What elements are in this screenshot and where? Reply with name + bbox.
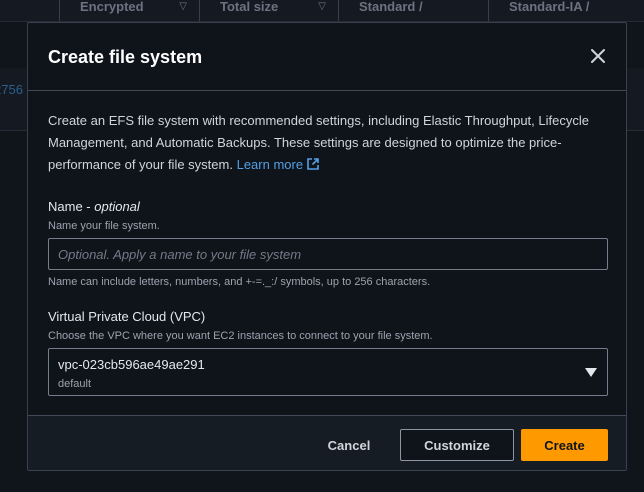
background-table-header: Encrypted ▽ Total size ▽ Standard / Stan… [0, 0, 644, 22]
cancel-button[interactable]: Cancel [308, 429, 390, 461]
column-header-total-size: Total size ▽ [199, 0, 338, 21]
vpc-field-label: Virtual Private Cloud (VPC) [48, 309, 206, 324]
modal-header: Create file system [28, 23, 626, 91]
vpc-selected-value: vpc-023cb596ae49ae291 [58, 357, 205, 372]
vpc-field-description: Choose the VPC where you want EC2 instan… [48, 330, 433, 342]
name-field-constraint: Name can include letters, numbers, and +… [48, 276, 431, 288]
column-header-standard-ia: Standard-IA / [488, 0, 644, 21]
column-header-standard: Standard / [338, 0, 488, 21]
sort-icon: ▽ [318, 1, 326, 12]
modal-description: Create an EFS file system with recommend… [48, 110, 614, 176]
learn-more-label: Learn more [236, 157, 304, 172]
column-header-encrypted: Encrypted ▽ [59, 0, 199, 21]
column-header-label: Encrypted [80, 0, 144, 14]
column-header-label: Standard-IA / [509, 0, 590, 14]
name-field-label: Name - optional [48, 199, 140, 214]
create-file-system-modal: Create file system Create an EFS file sy… [27, 22, 627, 471]
name-field-description: Name your file system. [48, 220, 160, 232]
modal-title: Create file system [48, 47, 203, 67]
name-label-text: Name [48, 199, 83, 214]
external-link-icon [307, 158, 319, 170]
create-button[interactable]: Create [521, 429, 608, 461]
optional-label: optional [94, 199, 140, 214]
page: Encrypted ▽ Total size ▽ Standard / Stan… [0, 0, 644, 492]
column-header-label: Total size [220, 0, 279, 14]
column-header-label: Standard / [359, 0, 423, 14]
background-file-system-link: 2756 [0, 82, 23, 97]
close-icon [591, 49, 605, 63]
customize-button[interactable]: Customize [400, 429, 514, 461]
learn-more-link[interactable]: Learn more [237, 157, 320, 172]
vpc-select[interactable]: vpc-023cb596ae49ae291 default [48, 348, 608, 396]
vpc-selected-sublabel: default [58, 378, 92, 390]
sort-icon: ▽ [179, 1, 187, 12]
caret-down-icon [585, 368, 597, 377]
name-input[interactable] [48, 238, 608, 270]
close-button[interactable] [588, 46, 608, 66]
modal-footer: Cancel Customize Create [28, 415, 626, 470]
